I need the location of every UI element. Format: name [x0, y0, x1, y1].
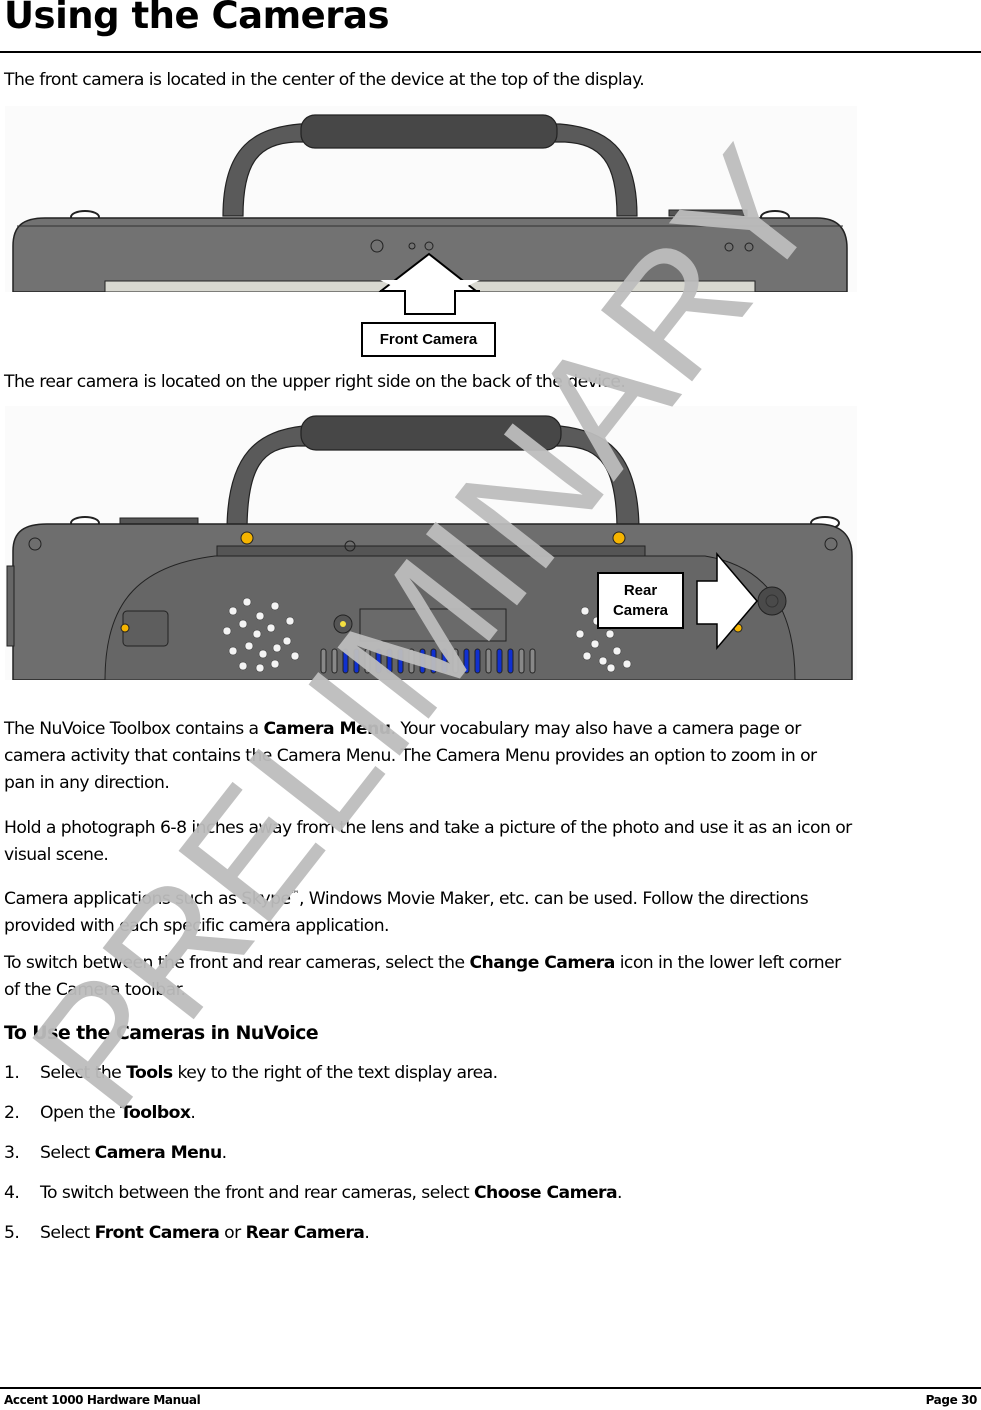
paragraph-camera-apps: Camera applications such as Skype™, Wind…	[4, 882, 979, 940]
section-heading: To Use the Cameras in NuVoice	[4, 1022, 319, 1044]
step-item: 5. Select Front Camera or Rear Camera.	[4, 1220, 622, 1260]
text: visual scene.	[4, 845, 109, 865]
rear-camera-callout-line1: Rear	[623, 582, 658, 599]
text: Select	[40, 1223, 95, 1243]
text: of the Camera toolbar.	[4, 980, 186, 1000]
text: .	[190, 1103, 196, 1123]
bold-term: Camera Menu	[94, 1143, 223, 1163]
step-number: 2.	[4, 1103, 20, 1123]
bold-term: Rear Camera	[245, 1223, 365, 1243]
paragraph-switch-camera: To switch between the front and rear cam…	[4, 950, 979, 1004]
steps-list: 1. Select the Tools key to the right of t…	[4, 1060, 622, 1260]
text: camera activity that contains the Camera…	[4, 746, 817, 766]
bold-term: Change Camera	[469, 953, 615, 973]
step-item: 2. Open the Toolbox.	[4, 1100, 622, 1140]
step-item: 1. Select the Tools key to the right of t…	[4, 1060, 622, 1100]
rear-device-figure	[5, 406, 857, 681]
text: Select	[40, 1143, 95, 1163]
intro-front-text: The front camera is located in the cente…	[4, 70, 645, 90]
footer-rule	[0, 1387, 981, 1389]
text: To switch between the front and rear cam…	[4, 953, 470, 973]
step-number: 4.	[4, 1183, 20, 1203]
footer-page-number: Page 30	[925, 1393, 978, 1407]
front-camera-callout-label: Front Camera	[379, 331, 478, 348]
text: icon in the lower left corner	[614, 953, 842, 973]
text: , Windows Movie Maker, etc. can be used.…	[298, 889, 809, 909]
front-arrow-stem	[380, 280, 480, 315]
text: .	[221, 1143, 227, 1163]
bold-term: Tools	[126, 1063, 173, 1083]
bold-term: Choose Camera	[473, 1183, 618, 1203]
footer-manual-title: Accent 1000 Hardware Manual	[4, 1393, 201, 1407]
text: key to the right of the text display are…	[172, 1063, 498, 1083]
text: Open the	[40, 1103, 121, 1123]
text: Camera applications such as Skype	[4, 889, 291, 909]
text: or	[219, 1223, 246, 1243]
text: Select the	[40, 1063, 127, 1083]
step-item: 3. Select Camera Menu.	[4, 1140, 622, 1180]
bold-term: Toolbox	[120, 1103, 191, 1123]
text: Hold a photograph 6-8 inches away from t…	[4, 818, 852, 838]
text: . Your vocabulary may also have a camera…	[390, 719, 802, 739]
rear-device-illustration	[5, 406, 857, 681]
step-number: 3.	[4, 1143, 20, 1163]
trademark-symbol: ™	[290, 890, 300, 900]
text: To switch between the front and rear cam…	[40, 1183, 474, 1203]
title-rule	[0, 51, 981, 53]
text: The NuVoice Toolbox contains a	[4, 719, 264, 739]
step-number: 1.	[4, 1063, 20, 1083]
step-item: 4. To switch between the front and rear c…	[4, 1180, 622, 1220]
text: .	[617, 1183, 622, 1203]
paragraph-camera-menu: The NuVoice Toolbox contains a Camera Me…	[4, 716, 979, 797]
paragraph-photograph: Hold a photograph 6-8 inches away from t…	[4, 815, 979, 869]
rear-camera-callout: Rear Camera	[597, 572, 684, 629]
rear-camera-lens-icon	[757, 586, 787, 616]
bold-term: Front Camera	[94, 1223, 220, 1243]
front-camera-callout: Front Camera	[361, 322, 496, 357]
bold-term: Camera Menu	[263, 719, 391, 739]
text: pan in any direction.	[4, 773, 170, 793]
step-number: 5.	[4, 1223, 20, 1243]
page-title: Using the Cameras	[4, 0, 389, 37]
front-device-figure	[5, 106, 857, 313]
handle-grip	[300, 114, 558, 149]
front-device-illustration	[5, 106, 857, 313]
handle-grip	[300, 415, 562, 451]
text: provided with each specific camera appli…	[4, 916, 390, 936]
text: .	[364, 1223, 370, 1243]
intro-rear-text: The rear camera is located on the upper …	[4, 372, 626, 392]
rear-camera-callout-line2: Camera	[612, 602, 669, 619]
label-plate	[359, 608, 507, 642]
